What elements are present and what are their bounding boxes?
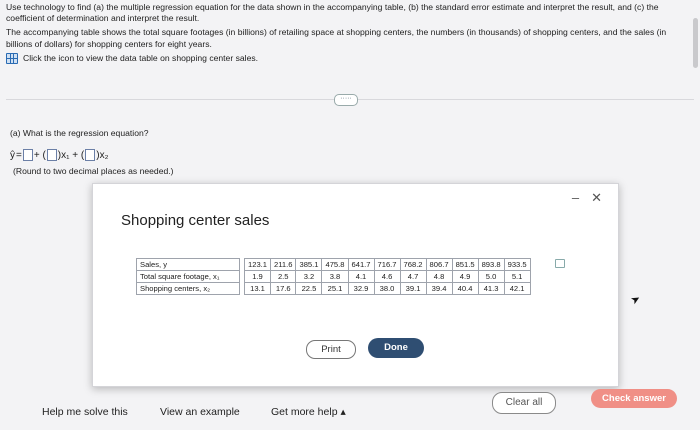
mouse-cursor-icon: ➤ — [628, 292, 643, 308]
minimize-icon[interactable]: – — [572, 190, 579, 206]
table-cell: 4.8 — [425, 270, 453, 283]
row-label: Sales, y — [136, 258, 240, 271]
plus-sign: + ( — [33, 149, 46, 161]
data-table: Sales, y 123.1 211.6 385.1 475.8 641.7 7… — [136, 258, 531, 295]
page: Use technology to find (a) the multiple … — [0, 0, 700, 430]
x1-term: )x₁ + ( — [57, 149, 85, 161]
expand-more-button[interactable]: ····· — [334, 94, 358, 106]
clear-all-button[interactable]: Clear all — [492, 392, 556, 414]
x2-term: )x₂ — [96, 149, 109, 161]
table-cell: 893.8 — [477, 258, 505, 271]
data-table-link-text[interactable]: Click the icon to view the data table on… — [23, 53, 258, 64]
table-cell: 5.0 — [477, 270, 505, 283]
table-cell: 716.7 — [373, 258, 401, 271]
table-row: Total square footage, x₁ 1.9 2.5 3.2 3.8… — [136, 270, 531, 283]
row-label: Shopping centers, x₂ — [136, 282, 240, 295]
table-cell: 41.3 — [477, 282, 505, 295]
table-cell: 385.1 — [295, 258, 323, 271]
table-cell: 768.2 — [399, 258, 427, 271]
y-hat-symbol: ŷ — [10, 149, 15, 161]
table-cell: 123.1 — [243, 258, 272, 271]
table-cell: 806.7 — [425, 258, 453, 271]
table-cell: 641.7 — [347, 258, 375, 271]
regression-equation: ŷ = + ( )x₁ + ( )x₂ — [10, 149, 108, 161]
table-cell: 42.1 — [503, 282, 531, 295]
x2-coefficient-input[interactable] — [85, 149, 96, 161]
table-row: Shopping centers, x₂ 13.1 17.6 22.5 25.1… — [136, 282, 531, 295]
get-more-help-link[interactable]: Get more help ▴ — [271, 406, 346, 418]
x1-coefficient-input[interactable] — [46, 149, 57, 161]
table-cell: 211.6 — [270, 258, 297, 271]
modal-title: Shopping center sales — [121, 212, 270, 229]
equals-sign: = — [16, 149, 22, 161]
view-example-link[interactable]: View an example — [160, 406, 240, 418]
table-cell: 40.4 — [451, 282, 479, 295]
table-cell: 933.5 — [503, 258, 531, 271]
table-cell: 851.5 — [451, 258, 479, 271]
table-row: Sales, y 123.1 211.6 385.1 475.8 641.7 7… — [136, 258, 531, 271]
data-table-modal: – ✕ Shopping center sales Sales, y 123.1… — [92, 183, 619, 387]
table-cell: 4.6 — [373, 270, 401, 283]
table-cell: 22.5 — [295, 282, 323, 295]
table-cell: 2.5 — [270, 270, 297, 283]
table-cell: 32.9 — [347, 282, 375, 295]
table-cell: 3.2 — [295, 270, 323, 283]
table-cell: 39.4 — [425, 282, 453, 295]
intercept-input[interactable] — [22, 149, 33, 161]
problem-text-1: Use technology to find (a) the multiple … — [6, 2, 659, 24]
table-cell: 13.1 — [243, 282, 272, 295]
check-answer-button[interactable]: Check answer — [591, 389, 677, 408]
question-a-label: (a) What is the regression equation? — [10, 128, 149, 138]
print-button[interactable]: Print — [306, 340, 356, 359]
table-cell: 4.7 — [399, 270, 427, 283]
problem-statement: Use technology to find (a) the multiple … — [6, 2, 684, 64]
table-cell: 38.0 — [373, 282, 401, 295]
modal-controls: – ✕ — [572, 190, 602, 206]
help-me-solve-link[interactable]: Help me solve this — [42, 406, 128, 418]
table-cell: 25.1 — [321, 282, 349, 295]
table-cell: 1.9 — [243, 270, 272, 283]
copy-icon[interactable] — [555, 259, 565, 268]
table-cell: 475.8 — [321, 258, 349, 271]
table-cell: 3.8 — [321, 270, 349, 283]
table-cell: 5.1 — [503, 270, 531, 283]
table-cell: 17.6 — [270, 282, 297, 295]
data-table-link[interactable]: Click the icon to view the data table on… — [6, 53, 684, 64]
table-cell: 39.1 — [399, 282, 427, 295]
scrollbar[interactable] — [693, 18, 698, 68]
done-button[interactable]: Done — [368, 338, 424, 358]
table-icon[interactable] — [6, 52, 18, 64]
problem-text-2: The accompanying table shows the total s… — [6, 27, 667, 49]
table-cell: 4.9 — [451, 270, 479, 283]
rounding-hint: (Round to two decimal places as needed.) — [13, 166, 174, 176]
row-label: Total square footage, x₁ — [136, 270, 240, 283]
close-icon[interactable]: ✕ — [591, 190, 602, 206]
table-cell: 4.1 — [347, 270, 375, 283]
